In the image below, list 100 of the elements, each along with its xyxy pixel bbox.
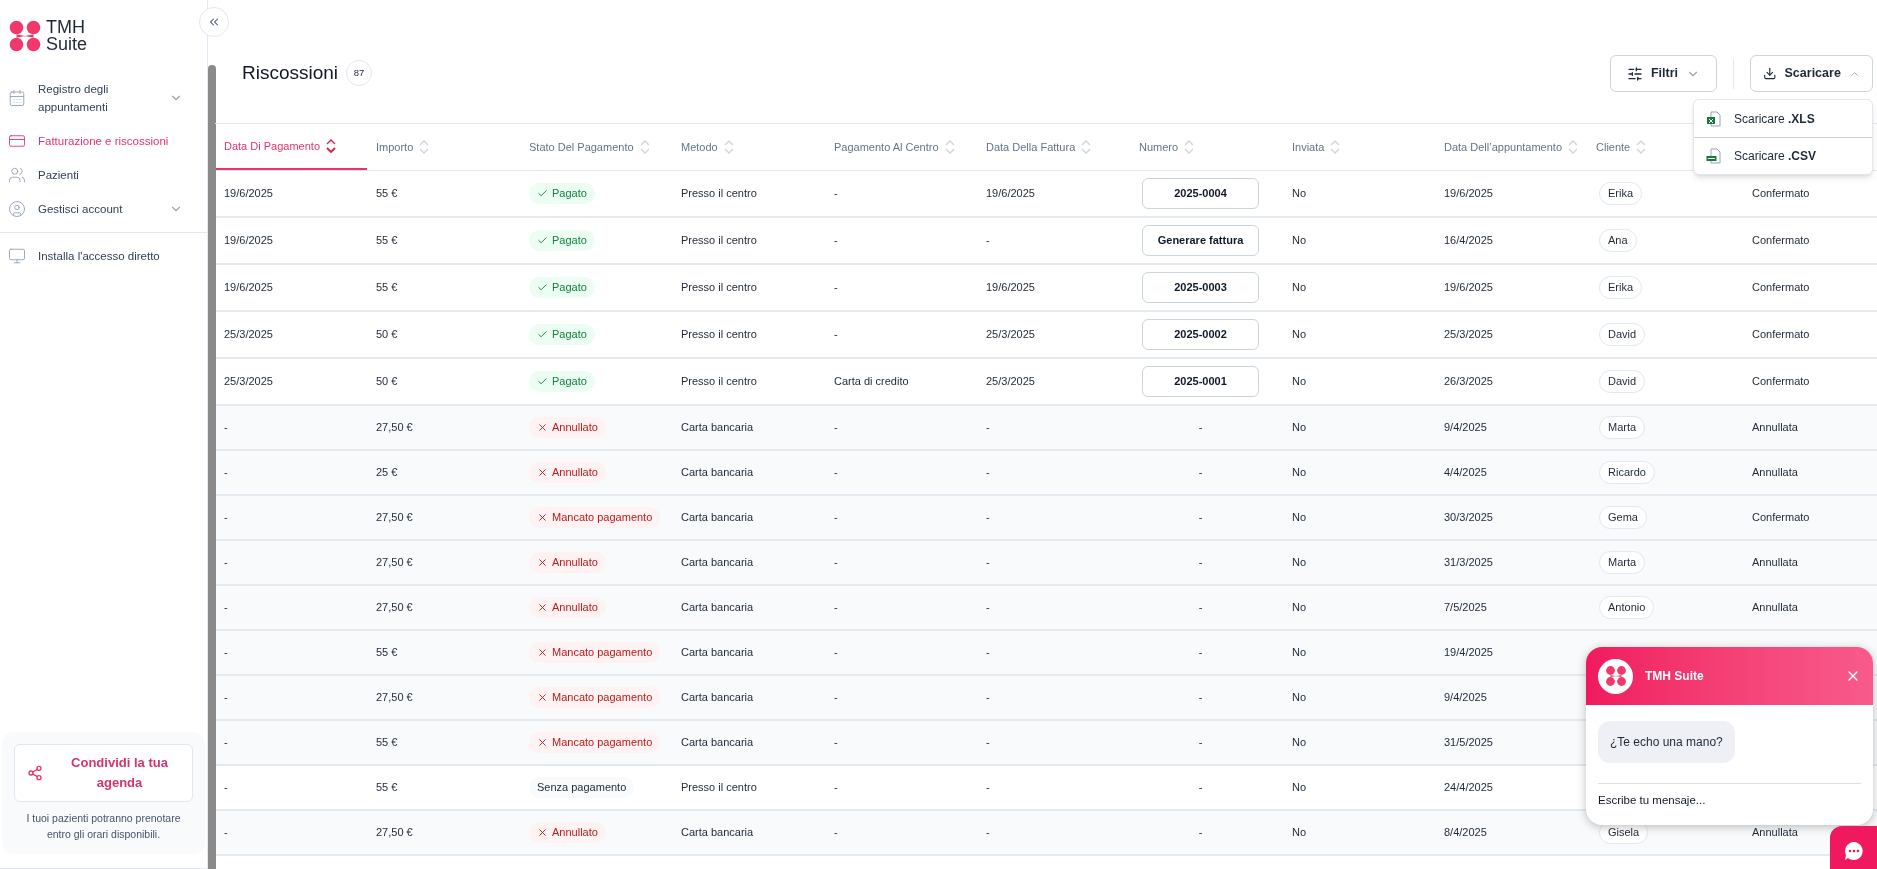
chat-input-field[interactable]: Escribe tu mensaje... [1598,792,1861,810]
scrollbar[interactable] [208,65,216,869]
sliders-icon [1626,65,1643,82]
table-cell-text: 55 € [375,280,399,296]
table-cell-text: - [985,645,991,661]
sidebar-item[interactable]: Pazienti [0,158,207,192]
logo-icon [8,19,42,53]
sidebar-item[interactable]: Registro degli appuntamenti [0,72,207,124]
share-agenda-button[interactable]: Condividi la tua agenda [14,744,193,802]
chat-button[interactable] [1830,826,1877,869]
cross-icon [537,737,548,748]
table-cell-text: - [985,510,991,526]
column-header[interactable]: Importo [376,138,430,156]
check-icon [537,376,548,387]
sidebar-item-icon [8,200,26,218]
table-cell-text: - [1197,465,1204,481]
table-cell-text: No [1291,465,1308,481]
table-cell-text: No [1291,374,1308,390]
table-cell-text: - [833,420,839,436]
table-cell-text: - [223,510,229,526]
table-cell-text: - [833,735,839,751]
table-cell-text: No [1291,645,1308,661]
table-cell-text: - [1197,735,1204,751]
table-cell-text: Carta bancaria [680,555,755,571]
table-cell-text: Presso il centro [680,186,758,202]
status-badge: Pagato [529,183,595,204]
status-badge: Mancato pagamento [529,507,661,528]
table-cell-text: - [223,645,229,661]
sidebar-item[interactable]: Installa l'accesso diretto [0,239,207,273]
sidebar-item[interactable]: Gestisci account [0,192,207,226]
table-cell-text: - [1197,645,1204,661]
table-cell-text: Confermato [1751,327,1811,343]
invoice-number-button[interactable]: 2025-0004 [1142,178,1259,209]
status-badge: Mancato pagamento [529,642,661,663]
table-cell-text: No [1291,690,1308,706]
column-header[interactable]: Numero [1139,138,1195,156]
table-cell-text: - [833,825,839,841]
table-cell-text: - [985,233,991,249]
table-cell-text: 24/4/2025 [1443,780,1494,796]
column-header[interactable]: Pagamento Al Centro [834,138,955,156]
table-cell-text: 55 € [375,186,399,202]
column-header[interactable]: Stato Del Pagamento [529,138,650,156]
table-cell-text: 25/3/2025 [985,327,1036,343]
table-cell-text: - [833,465,839,481]
table-cell-text: 55 € [375,233,399,249]
table-cell-text: Carta bancaria [680,690,755,706]
status-badge: Annullato [529,552,606,573]
table-cell-text: Carta bancaria [680,420,755,436]
download-menu-item[interactable]: Scaricare .XLS [1694,100,1872,137]
column-header[interactable]: Inviata [1292,138,1341,156]
invoice-number-button[interactable]: 2025-0003 [1142,272,1259,303]
table-cell-text: - [1197,510,1204,526]
invoice-number-button[interactable]: 2025-0001 [1142,366,1259,397]
cross-icon [537,827,548,838]
collapse-sidebar-button[interactable] [199,7,229,37]
table-cell-text: Carta bancaria [680,735,755,751]
status-badge: Pagato [529,277,595,298]
table-cell-text: - [223,600,229,616]
table-cell-text: 25/3/2025 [1443,327,1494,343]
table-cell-text: No [1291,600,1308,616]
filters-button[interactable]: Filtri [1609,55,1717,92]
column-header[interactable]: Data Di Pagamento [224,137,336,155]
table-cell-text: - [985,825,991,841]
table-cell-text: - [223,465,229,481]
column-header[interactable]: Metodo [681,138,734,156]
page-title: Riscossioni [242,61,339,85]
table-cell-text: 19/6/2025 [985,280,1036,296]
table-cell-text: No [1291,735,1308,751]
table-cell-text: 27,50 € [375,555,414,571]
sidebar-item[interactable]: Fatturazione e riscossioni [0,124,207,158]
double-chevron-left-icon [207,15,221,29]
table-cell-text: Annullata [1751,825,1799,841]
table-cell-text: No [1291,186,1308,202]
table-cell-text: 50 € [375,327,399,343]
table-cell-text: Annullata [1751,600,1799,616]
column-header[interactable]: Data Della Fattura [986,138,1092,156]
table-cell-text: - [1197,420,1204,436]
table-cell-text: 9/4/2025 [1443,420,1488,436]
column-header[interactable]: Cliente [1596,138,1647,156]
generate-invoice-button[interactable]: Generare fattura [1142,225,1259,256]
download-button[interactable]: Scaricare [1750,55,1873,92]
table-cell-text: 19/6/2025 [223,186,274,202]
invoice-number-button[interactable]: 2025-0002 [1142,319,1259,350]
column-header[interactable]: Data Dell’appuntamento [1444,138,1579,156]
table-cell-text: Presso il centro [680,233,758,249]
client-tag: David [1599,370,1646,393]
table-cell-text: Annullata [1751,555,1799,571]
table-cell-text: - [985,735,991,751]
table-cell-text: Confermato [1751,510,1811,526]
table-cell-text: Confermato [1751,186,1811,202]
table-cell-text: - [985,690,991,706]
table-cell-text: 25/3/2025 [223,374,274,390]
status-badge: Annullato [529,822,606,843]
client-tag: David [1599,323,1646,346]
sort-icon[interactable] [326,138,336,154]
download-menu-item[interactable]: Scaricare .CSV [1694,137,1872,174]
check-icon [537,329,548,340]
cross-icon [537,647,548,658]
table-cell-text: Presso il centro [680,327,758,343]
chat-message: ¿Te echo una mano? [1598,721,1735,763]
